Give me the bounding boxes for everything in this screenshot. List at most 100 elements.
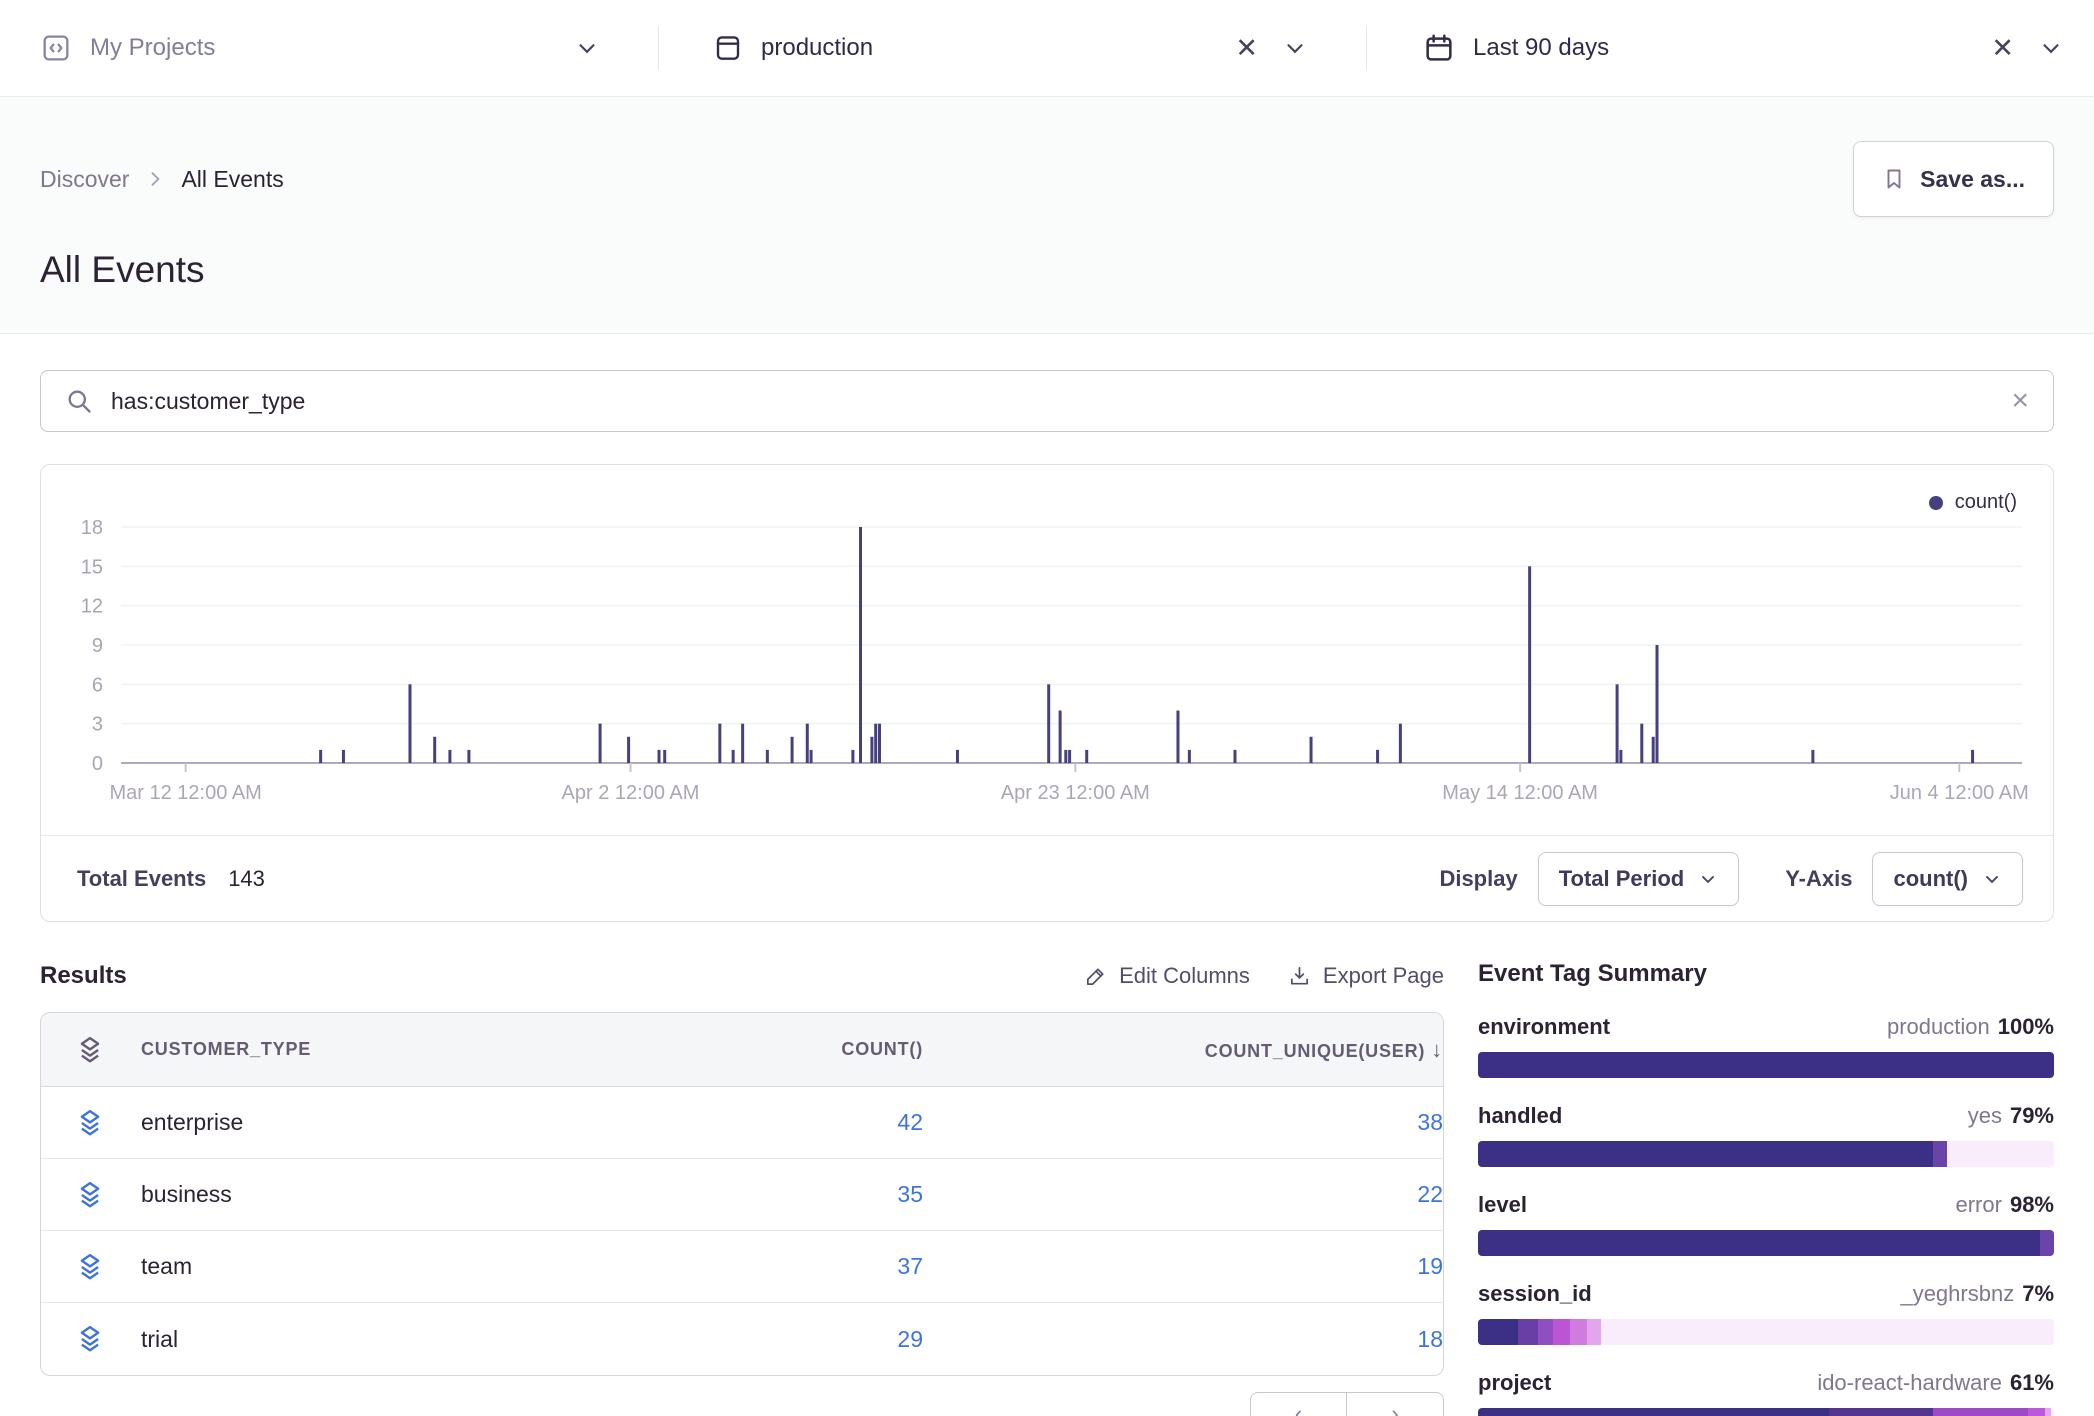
count-unique-cell[interactable]: 19 bbox=[953, 1253, 1443, 1280]
export-page-button[interactable]: Export Page bbox=[1288, 963, 1444, 989]
svg-text:15: 15 bbox=[81, 556, 103, 578]
export-page-label: Export Page bbox=[1323, 963, 1444, 989]
date-range-label: Last 90 days bbox=[1473, 34, 1609, 62]
tag-bar[interactable] bbox=[1478, 1408, 2054, 1416]
yaxis-value: count() bbox=[1893, 866, 1968, 892]
date-range-selector[interactable]: Last 90 days ✕ bbox=[1367, 0, 2094, 96]
event-tag-summary: Event Tag Summary environment production… bbox=[1478, 954, 2054, 1416]
tag-entry-handled: handled yes 79% bbox=[1478, 1103, 2054, 1167]
display-label: Display bbox=[1439, 866, 1517, 892]
count-cell[interactable]: 35 bbox=[623, 1181, 923, 1208]
tag-entry-session-id: session_id _yeghrsbnz 7% bbox=[1478, 1281, 2054, 1345]
count-unique-cell[interactable]: 38 bbox=[953, 1109, 1443, 1136]
clear-environment-icon[interactable]: ✕ bbox=[1235, 35, 1258, 62]
page-title: All Events bbox=[40, 249, 2054, 291]
svg-text:18: 18 bbox=[81, 517, 103, 539]
pagination: ‹ › bbox=[40, 1392, 1444, 1416]
tag-key[interactable]: session_id bbox=[1478, 1281, 1592, 1307]
yaxis-label: Y-Axis bbox=[1785, 866, 1852, 892]
chevron-down-icon bbox=[1698, 869, 1718, 889]
project-selector[interactable]: My Projects bbox=[0, 0, 658, 96]
display-dropdown[interactable]: Total Period bbox=[1538, 852, 1740, 906]
svg-text:Apr 2 12:00 AM: Apr 2 12:00 AM bbox=[562, 782, 700, 804]
count-cell[interactable]: 29 bbox=[623, 1326, 923, 1353]
edit-columns-button[interactable]: Edit Columns bbox=[1084, 963, 1250, 989]
count-unique-cell[interactable]: 22 bbox=[953, 1181, 1443, 1208]
pagination-next-button[interactable]: › bbox=[1347, 1392, 1444, 1416]
edit-columns-label: Edit Columns bbox=[1119, 963, 1250, 989]
clear-date-range-icon[interactable]: ✕ bbox=[1991, 35, 2014, 62]
breadcrumb: Discover All Events bbox=[40, 166, 284, 193]
tag-key[interactable]: handled bbox=[1478, 1103, 1562, 1129]
tag-entry-project: project ido-react-hardware61% bbox=[1478, 1370, 2054, 1416]
search-bar: × bbox=[40, 370, 2054, 432]
tag-bar[interactable] bbox=[1478, 1319, 2054, 1345]
tag-bar[interactable] bbox=[1478, 1141, 2054, 1167]
pagination-prev-button[interactable]: ‹ bbox=[1250, 1392, 1347, 1416]
breadcrumb-chevron-icon bbox=[145, 169, 165, 189]
tag-value: _yeghrsbnz bbox=[1900, 1281, 2014, 1306]
sort-desc-icon: ↓ bbox=[1431, 1037, 1443, 1062]
clear-search-icon[interactable]: × bbox=[2011, 386, 2029, 416]
events-chart-card: count() 0369121518Mar 12 12:00 AMApr 2 1… bbox=[40, 464, 2054, 922]
tag-top-value: production 100% bbox=[1887, 1014, 2054, 1040]
svg-text:Apr 23 12:00 AM: Apr 23 12:00 AM bbox=[1001, 782, 1150, 804]
results-table: CUSTOMER_TYPE COUNT() COUNT_UNIQUE(USER)… bbox=[40, 1012, 1444, 1376]
search-input[interactable] bbox=[111, 388, 1993, 415]
tag-entry-environment: environment production 100% bbox=[1478, 1014, 2054, 1078]
total-events-label: Total Events bbox=[77, 866, 206, 892]
tag-value: ido-react-hardware bbox=[1817, 1370, 2002, 1395]
customer-type-cell: business bbox=[125, 1181, 623, 1208]
tag-bar[interactable] bbox=[1478, 1052, 2054, 1078]
events-chart[interactable]: 0369121518Mar 12 12:00 AMApr 2 12:00 AMA… bbox=[41, 465, 2053, 835]
stack-icon[interactable] bbox=[41, 1108, 125, 1138]
tag-value: yes bbox=[1968, 1103, 2002, 1128]
chevron-down-icon[interactable] bbox=[574, 35, 600, 61]
yaxis-dropdown[interactable]: count() bbox=[1872, 852, 2023, 906]
environment-label: production bbox=[761, 34, 873, 62]
results-heading: Results bbox=[40, 962, 127, 990]
table-header-row: CUSTOMER_TYPE COUNT() COUNT_UNIQUE(USER)… bbox=[41, 1013, 1443, 1087]
tag-pct: 7% bbox=[2022, 1281, 2054, 1306]
search-icon bbox=[65, 387, 93, 415]
environment-selector[interactable]: production ✕ bbox=[659, 0, 1366, 96]
breadcrumb-current: All Events bbox=[181, 166, 283, 193]
svg-text:Mar 12 12:00 AM: Mar 12 12:00 AM bbox=[109, 782, 261, 804]
count-cell[interactable]: 37 bbox=[623, 1253, 923, 1280]
tag-bar[interactable] bbox=[1478, 1230, 2054, 1256]
tag-key[interactable]: environment bbox=[1478, 1014, 1610, 1040]
stack-icon[interactable] bbox=[41, 1252, 125, 1282]
stack-icon[interactable] bbox=[41, 1035, 125, 1065]
column-customer-type[interactable]: CUSTOMER_TYPE bbox=[125, 1039, 623, 1060]
stack-icon[interactable] bbox=[41, 1324, 125, 1354]
tag-top-value: error98% bbox=[1956, 1192, 2055, 1218]
window-icon bbox=[713, 33, 743, 63]
tag-pct: 100% bbox=[1998, 1014, 2054, 1039]
pencil-icon bbox=[1084, 965, 1107, 988]
display-value: Total Period bbox=[1559, 866, 1685, 892]
tag-value: production bbox=[1887, 1014, 1990, 1039]
tag-value: error bbox=[1956, 1192, 2002, 1217]
svg-text:Jun 4 12:00 AM: Jun 4 12:00 AM bbox=[1890, 782, 2029, 804]
svg-text:12: 12 bbox=[81, 596, 103, 618]
tag-key[interactable]: level bbox=[1478, 1192, 1527, 1218]
save-as-button[interactable]: Save as... bbox=[1853, 141, 2054, 217]
chart-footer: Total Events 143 Display Total Period Y-… bbox=[41, 835, 2053, 921]
tag-key[interactable]: project bbox=[1478, 1370, 1551, 1396]
tag-top-value: ido-react-hardware61% bbox=[1817, 1370, 2054, 1396]
chevron-down-icon[interactable] bbox=[2038, 35, 2064, 61]
svg-text:0: 0 bbox=[92, 753, 103, 775]
column-count-unique[interactable]: COUNT_UNIQUE(USER)↓ bbox=[953, 1037, 1443, 1063]
table-row: business 35 22 bbox=[41, 1159, 1443, 1231]
table-row: team 37 19 bbox=[41, 1231, 1443, 1303]
chevron-down-icon[interactable] bbox=[1282, 35, 1308, 61]
global-filter-bar: My Projects production ✕ Last 90 days ✕ bbox=[0, 0, 2094, 97]
count-cell[interactable]: 42 bbox=[623, 1109, 923, 1136]
tag-pct: 79% bbox=[2010, 1103, 2054, 1128]
stack-icon[interactable] bbox=[41, 1180, 125, 1210]
table-row: trial 29 18 bbox=[41, 1303, 1443, 1375]
count-unique-cell[interactable]: 18 bbox=[953, 1326, 1443, 1353]
column-count[interactable]: COUNT() bbox=[623, 1039, 923, 1060]
breadcrumb-discover[interactable]: Discover bbox=[40, 166, 129, 193]
calendar-icon bbox=[1423, 32, 1455, 64]
